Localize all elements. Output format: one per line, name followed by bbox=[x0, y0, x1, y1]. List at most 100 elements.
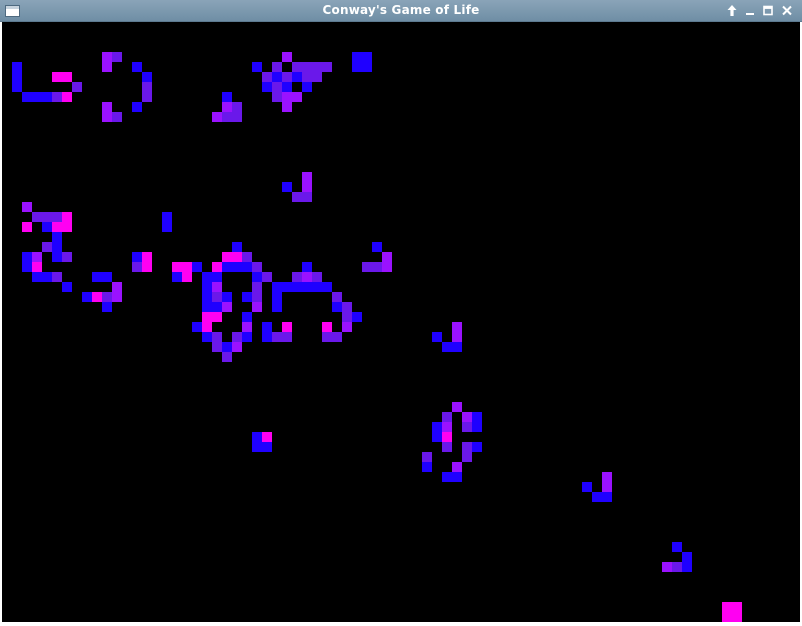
live-cell bbox=[442, 442, 452, 452]
live-cell bbox=[212, 342, 222, 352]
live-cell bbox=[732, 602, 742, 612]
live-cell bbox=[242, 332, 252, 342]
live-cell bbox=[82, 292, 92, 302]
maximize-icon[interactable] bbox=[760, 3, 776, 19]
always-on-top-icon[interactable] bbox=[724, 3, 740, 19]
live-cell bbox=[142, 262, 152, 272]
live-cell bbox=[262, 272, 272, 282]
live-cell bbox=[262, 432, 272, 442]
live-cell bbox=[222, 302, 232, 312]
live-cell bbox=[462, 442, 472, 452]
live-cell bbox=[452, 472, 462, 482]
live-cell bbox=[282, 322, 292, 332]
live-cell bbox=[242, 322, 252, 332]
live-cell bbox=[282, 82, 292, 92]
live-cell bbox=[42, 272, 52, 282]
live-cell bbox=[62, 282, 72, 292]
live-cell bbox=[32, 212, 42, 222]
live-cell bbox=[262, 82, 272, 92]
live-cell bbox=[62, 72, 72, 82]
minimize-icon[interactable] bbox=[742, 3, 758, 19]
live-cell bbox=[42, 92, 52, 102]
live-cell bbox=[12, 82, 22, 92]
live-cell bbox=[262, 72, 272, 82]
live-cell bbox=[212, 312, 222, 322]
live-cell bbox=[202, 312, 212, 322]
live-cell bbox=[262, 442, 272, 452]
live-cell bbox=[52, 252, 62, 262]
live-cell bbox=[92, 272, 102, 282]
live-cell bbox=[662, 562, 672, 572]
live-cell bbox=[132, 252, 142, 262]
title-bar[interactable]: Conway's Game of Life bbox=[0, 0, 802, 22]
live-cell bbox=[602, 482, 612, 492]
live-cell bbox=[272, 82, 282, 92]
live-cell bbox=[132, 62, 142, 72]
live-cell bbox=[32, 272, 42, 282]
live-cell bbox=[232, 112, 242, 122]
live-cell bbox=[682, 562, 692, 572]
live-cell bbox=[102, 292, 112, 302]
live-cell bbox=[352, 52, 362, 62]
live-cell bbox=[142, 82, 152, 92]
live-cell bbox=[322, 322, 332, 332]
live-cell bbox=[22, 262, 32, 272]
live-cell bbox=[452, 332, 462, 342]
live-cell bbox=[202, 302, 212, 312]
live-cell bbox=[302, 82, 312, 92]
live-cell bbox=[252, 432, 262, 442]
live-cell bbox=[222, 252, 232, 262]
live-cell bbox=[362, 62, 372, 72]
live-cell bbox=[372, 262, 382, 272]
live-cell bbox=[102, 62, 112, 72]
live-cell bbox=[722, 612, 732, 622]
live-cell bbox=[232, 102, 242, 112]
live-cell bbox=[252, 262, 262, 272]
live-cell bbox=[22, 222, 32, 232]
live-cell bbox=[22, 202, 32, 212]
life-board-canvas[interactable] bbox=[2, 22, 800, 622]
live-cell bbox=[112, 112, 122, 122]
live-cell bbox=[732, 612, 742, 622]
live-cell bbox=[292, 272, 302, 282]
live-cell bbox=[282, 182, 292, 192]
live-cell bbox=[602, 472, 612, 482]
live-cell bbox=[352, 312, 362, 322]
live-cell bbox=[232, 252, 242, 262]
live-cell bbox=[672, 562, 682, 572]
live-cell bbox=[262, 332, 272, 342]
live-cell bbox=[272, 282, 282, 292]
live-cell bbox=[32, 252, 42, 262]
live-cell bbox=[212, 272, 222, 282]
live-cell bbox=[252, 272, 262, 282]
live-cell bbox=[162, 222, 172, 232]
live-cell bbox=[322, 332, 332, 342]
live-cell bbox=[272, 292, 282, 302]
close-icon[interactable] bbox=[779, 3, 795, 19]
live-cell bbox=[302, 72, 312, 82]
live-cell bbox=[12, 62, 22, 72]
live-cell bbox=[232, 242, 242, 252]
live-cell bbox=[202, 332, 212, 342]
live-cell bbox=[452, 402, 462, 412]
live-cell bbox=[202, 282, 212, 292]
live-cell bbox=[72, 82, 82, 92]
live-cell bbox=[52, 232, 62, 242]
live-cell bbox=[252, 302, 262, 312]
live-cell bbox=[232, 262, 242, 272]
live-cell bbox=[32, 92, 42, 102]
live-cell bbox=[292, 72, 302, 82]
live-cell bbox=[332, 332, 342, 342]
live-cell bbox=[172, 262, 182, 272]
live-cell bbox=[212, 112, 222, 122]
live-cell bbox=[452, 322, 462, 332]
live-cell bbox=[272, 92, 282, 102]
live-cell bbox=[332, 302, 342, 312]
live-cell bbox=[222, 342, 232, 352]
live-cell bbox=[302, 62, 312, 72]
live-cell bbox=[132, 102, 142, 112]
live-cell bbox=[432, 332, 442, 342]
live-cell bbox=[52, 222, 62, 232]
live-cell bbox=[462, 422, 472, 432]
live-cell bbox=[182, 272, 192, 282]
